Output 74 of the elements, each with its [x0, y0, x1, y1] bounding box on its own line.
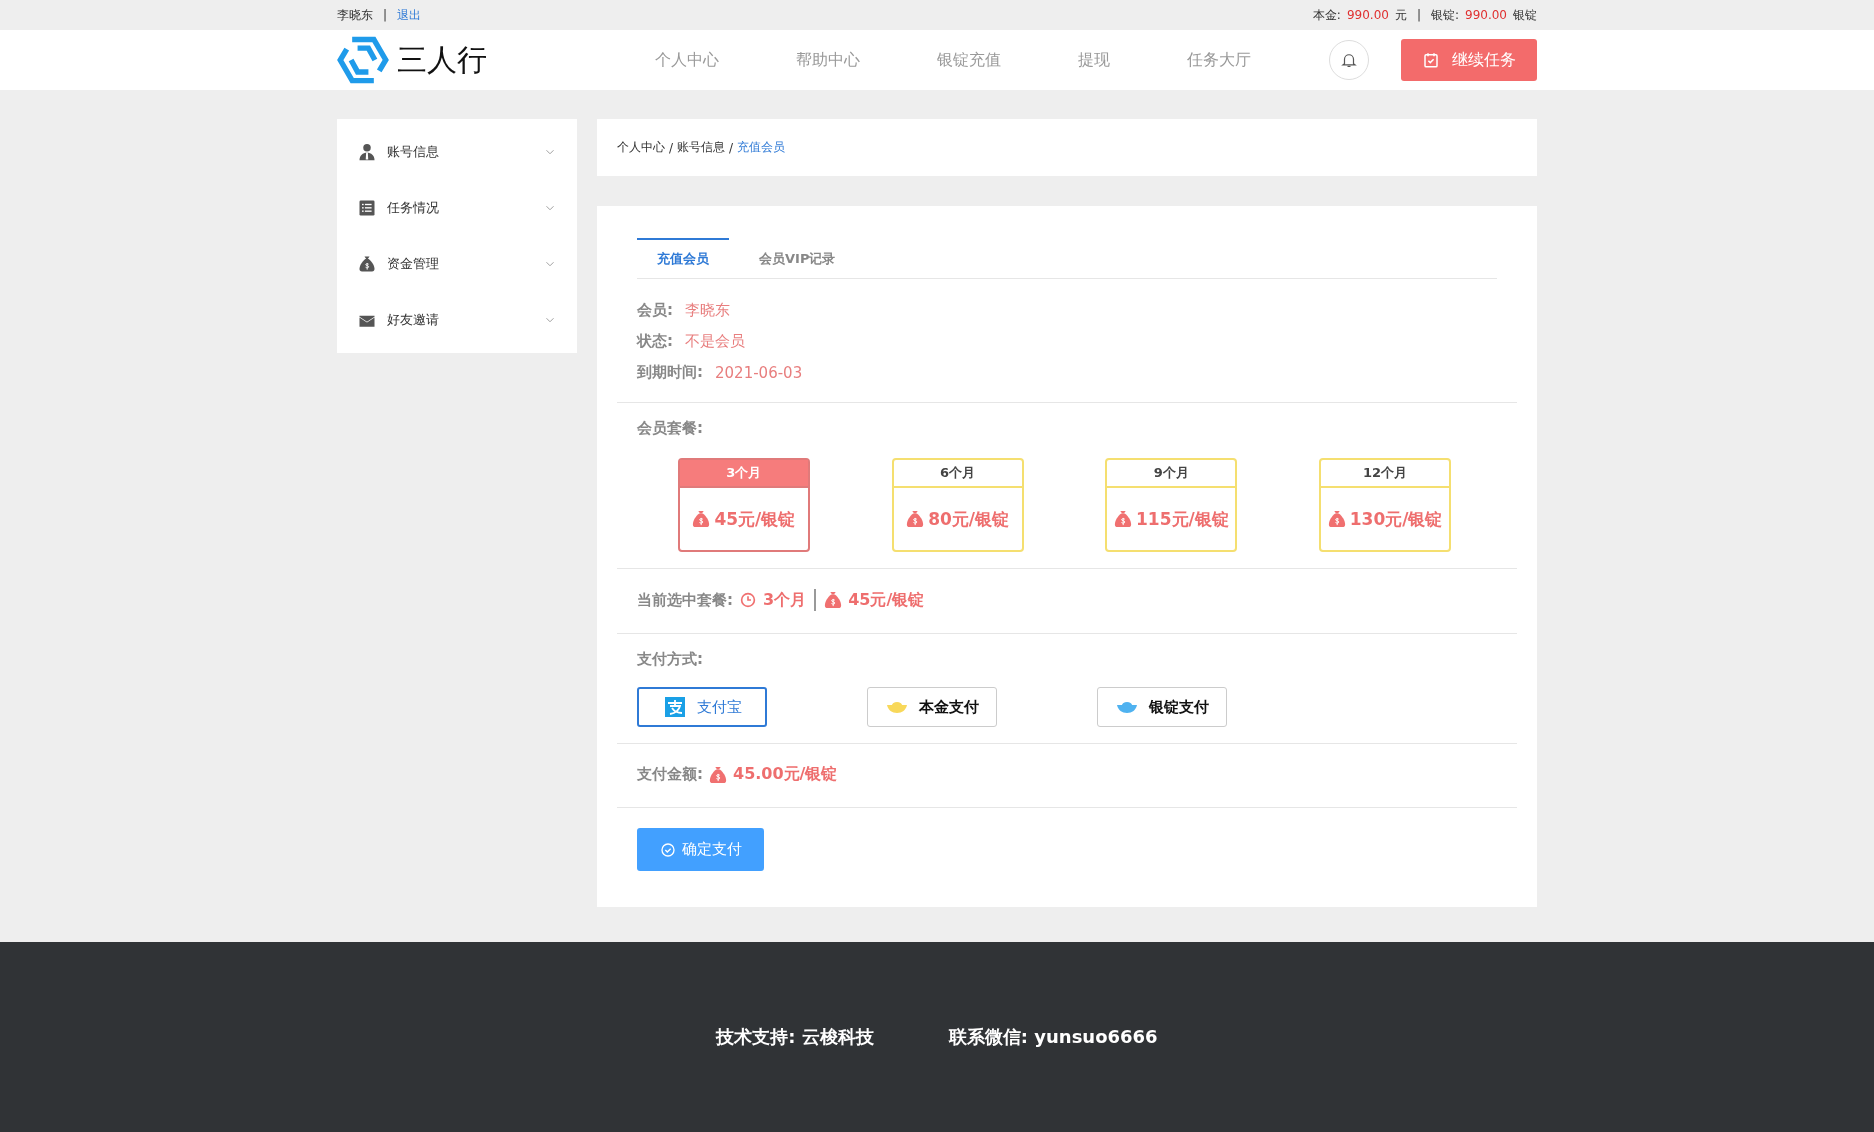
- field-label: 会员:: [637, 301, 673, 320]
- separator: |: [383, 8, 388, 22]
- money-bag-icon: [357, 254, 377, 274]
- payment-option-button[interactable]: 本金支付: [867, 687, 997, 727]
- package-card[interactable]: 3个月 45元/银锭: [677, 458, 810, 552]
- sidebar-item[interactable]: 资金管理: [337, 236, 577, 292]
- payment-option-button[interactable]: 支付宝: [637, 687, 767, 727]
- confirm-payment-button[interactable]: 确定支付: [637, 828, 764, 871]
- selected-price: 45元/银锭: [848, 589, 925, 611]
- nav-link[interactable]: 任务大厅: [1186, 49, 1251, 71]
- selected-period: 3个月: [763, 589, 807, 611]
- list-icon: [357, 198, 377, 218]
- package-price: 115元/银锭: [1136, 507, 1229, 531]
- nav-link[interactable]: 帮助中心: [796, 49, 861, 71]
- section-label: 支付金额:: [637, 765, 703, 784]
- money-bag-icon: [824, 591, 843, 609]
- section-label: 当前选中套餐:: [637, 590, 733, 610]
- separator: |: [1416, 8, 1421, 22]
- nav-link[interactable]: 个人中心: [655, 49, 720, 71]
- package-card[interactable]: 6个月 80元/银锭: [891, 458, 1024, 552]
- tab[interactable]: 会员VIP记录: [739, 238, 856, 278]
- logout-link[interactable]: 退出: [397, 6, 422, 24]
- sidebar-item[interactable]: 任务情况: [337, 180, 577, 236]
- package-period: 9个月: [1107, 460, 1236, 488]
- check-circle-icon: [659, 841, 676, 858]
- notification-button[interactable]: [1329, 40, 1369, 80]
- package-period: 12个月: [1321, 460, 1450, 488]
- calendar-check-icon: [1422, 51, 1440, 69]
- balance-label: 银锭:: [1430, 6, 1459, 24]
- payment-option-button[interactable]: 银锭支付: [1097, 687, 1227, 727]
- package-price: 130元/银锭: [1349, 507, 1443, 531]
- payment-amount: 45.00元/银锭: [733, 764, 838, 785]
- balance-value: 990.00: [1346, 8, 1389, 22]
- balance-label: 本金:: [1312, 6, 1341, 24]
- sidebar-item[interactable]: 账号信息: [337, 124, 577, 180]
- balance-value: 990.00: [1465, 8, 1507, 22]
- hexagon-logo-icon: [337, 34, 389, 86]
- continue-task-button[interactable]: 继续任务: [1401, 39, 1537, 81]
- tab[interactable]: 充值会员: [637, 238, 729, 278]
- logo-text: 三人行: [397, 40, 487, 79]
- section-label: 支付方式:: [637, 650, 704, 669]
- nav-link[interactable]: 提现: [1077, 49, 1110, 71]
- money-bag-icon: [709, 765, 727, 784]
- money-bag-icon: [692, 510, 711, 528]
- package-price: 80元/银锭: [928, 507, 1010, 531]
- person-icon: [357, 142, 377, 162]
- breadcrumb-link[interactable]: 账号信息: [677, 139, 726, 156]
- package-period: 6个月: [893, 460, 1022, 488]
- user-name: 李晓东: [337, 6, 373, 24]
- footer-text: 技术支持: 云梭科技: [716, 1025, 874, 1049]
- breadcrumb-separator: /: [669, 140, 674, 155]
- package-card[interactable]: 9个月 115元/银锭: [1105, 458, 1238, 552]
- field-label: 到期时间:: [637, 363, 703, 382]
- money-bag-icon: [1327, 510, 1346, 528]
- balance-unit: 元: [1394, 6, 1407, 24]
- breadcrumb-separator: /: [729, 140, 734, 155]
- footer-text: 联系微信: yunsuo6666: [948, 1025, 1158, 1049]
- field-value: 2021-06-03: [715, 363, 803, 382]
- nav-link[interactable]: 银锭充值: [937, 49, 1001, 71]
- field-label: 状态:: [637, 332, 673, 351]
- money-bag-icon: [1114, 510, 1132, 528]
- breadcrumb-link[interactable]: 个人中心: [617, 139, 665, 156]
- sidebar-item[interactable]: 好友邀请: [337, 292, 577, 348]
- package-card[interactable]: 12个月 130元/银锭: [1319, 458, 1452, 552]
- money-bag-icon: [906, 510, 925, 528]
- bell-icon: [1340, 51, 1358, 69]
- section-label: 会员套餐:: [637, 419, 704, 438]
- field-value: 李晓东: [685, 301, 730, 320]
- field-value: 不是会员: [685, 332, 745, 351]
- alipay-logo-icon: [662, 695, 687, 719]
- balance-unit: 银锭: [1513, 6, 1537, 24]
- package-period: 3个月: [679, 460, 808, 488]
- clock-icon: [739, 591, 757, 609]
- package-price: 45元/银锭: [714, 507, 796, 531]
